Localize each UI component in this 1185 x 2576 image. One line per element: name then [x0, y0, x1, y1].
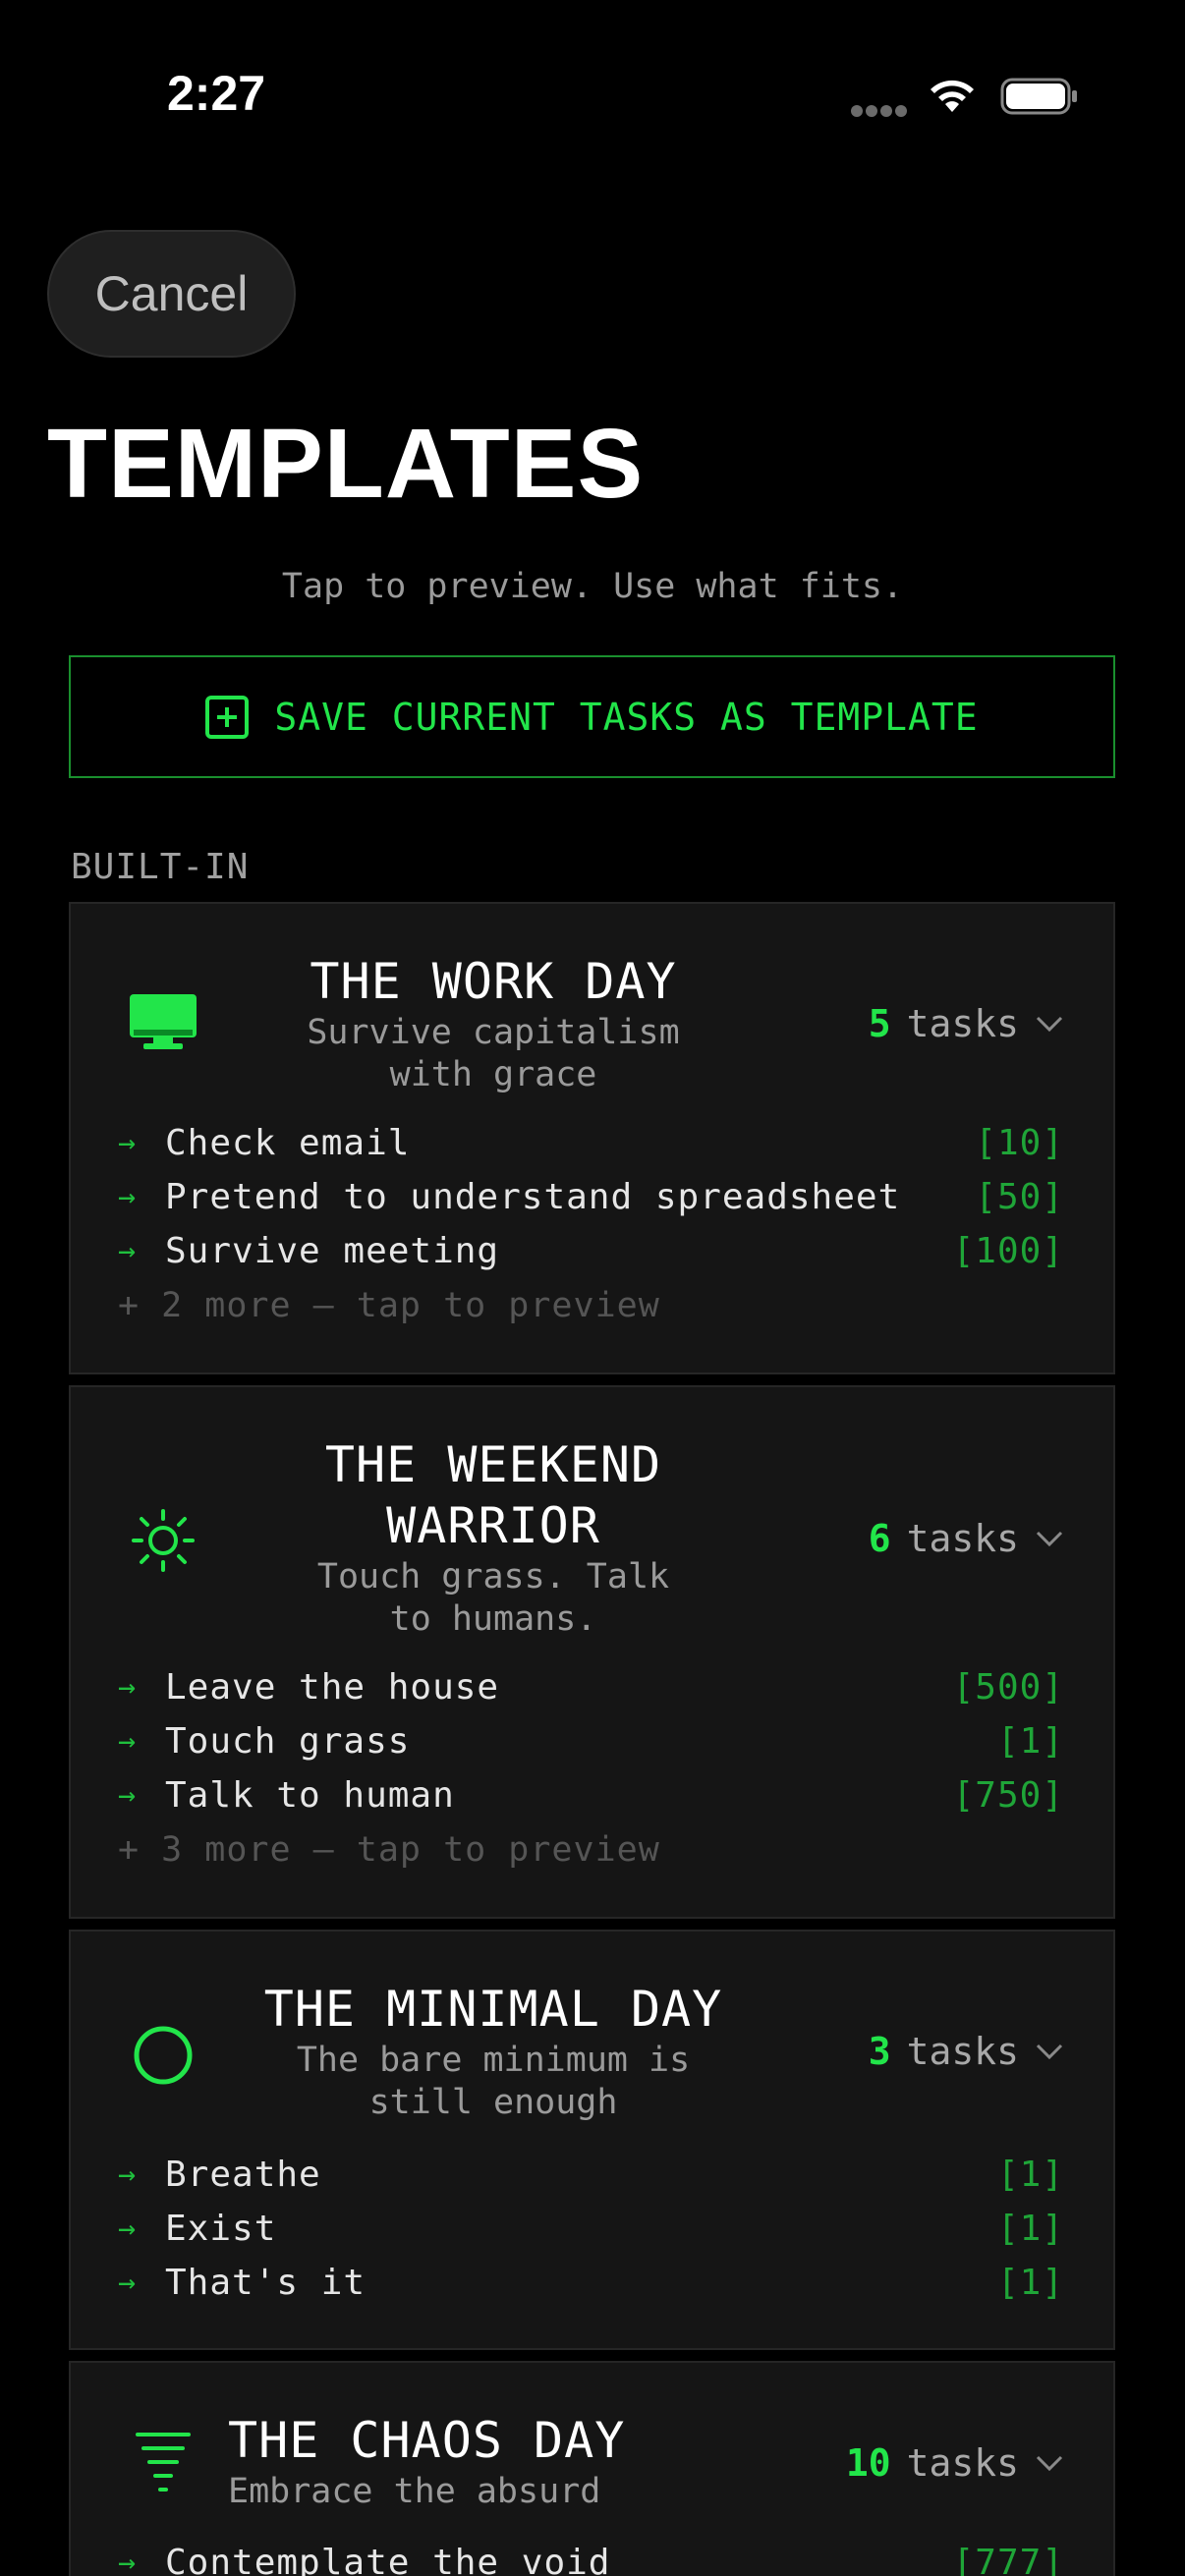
more-tasks-hint[interactable]: + 3 more — tap to preview [118, 1822, 1064, 1876]
task-count: 6 tasks [869, 1517, 1064, 1560]
save-as-template-button[interactable]: SAVE CURRENT TASKS AS TEMPLATE [69, 655, 1115, 778]
task-count-label: tasks [906, 1517, 1019, 1560]
task-row: → Contemplate the void [777] [118, 2536, 1064, 2576]
task-row: → Check email [10] [118, 1116, 1064, 1170]
task-name: Breathe [165, 2155, 321, 2195]
arrow-right-icon: → [118, 1234, 137, 1268]
template-title: WARRIOR [386, 1497, 600, 1554]
task-name: Check email [165, 1123, 411, 1163]
template-title: THE CHAOS DAY [228, 2412, 626, 2469]
wifi-icon [931, 80, 974, 112]
task-row: → Survive meeting [100] [118, 1224, 1064, 1278]
task-list: → Contemplate the void [777] [118, 2536, 1064, 2576]
task-points: [750] [952, 1775, 1064, 1816]
template-header: THE WORK DAY Survive capitalism with gra… [218, 951, 768, 1096]
cancel-button[interactable]: Cancel [47, 230, 296, 358]
template-subtitle: The bare minimum is [296, 2041, 691, 2080]
template-title: THE WORK DAY [310, 953, 677, 1010]
task-name: Contemplate the void [165, 2543, 611, 2576]
template-title: THE MINIMAL DAY [263, 1981, 723, 2038]
template-subtitle: Survive capitalism [307, 1013, 680, 1052]
task-row: → Exist [1] [118, 2202, 1064, 2256]
chevron-down-icon[interactable] [1035, 1009, 1064, 1038]
chevron-down-icon[interactable] [1035, 2448, 1064, 2478]
circle-icon [124, 2016, 202, 2095]
task-count-number: 3 [868, 2030, 891, 2073]
tornado-icon [124, 2422, 202, 2500]
arrow-right-icon: → [118, 2546, 137, 2576]
monitor-icon [124, 982, 202, 1061]
arrow-right-icon: → [118, 1126, 137, 1160]
task-list: → Leave the house [500] → Touch grass [1… [118, 1660, 1064, 1876]
arrow-right-icon: → [118, 1724, 137, 1759]
template-header: THE MINIMAL DAY The bare minimum is stil… [218, 1979, 768, 2124]
more-tasks-hint[interactable]: + 2 more — tap to preview [118, 1278, 1064, 1332]
task-list: → Check email [10] → Pretend to understa… [118, 1116, 1064, 1332]
arrow-right-icon: → [118, 2212, 137, 2246]
arrow-right-icon: → [118, 1180, 137, 1214]
task-points: [1] [996, 2263, 1064, 2303]
template-subtitle: still enough [368, 2083, 618, 2122]
template-subtitle: Touch grass. Talk [316, 1557, 670, 1596]
task-row: → Breathe [1] [118, 2148, 1064, 2202]
template-card-chaos-day[interactable]: THE CHAOS DAY Embrace the absurd 10 task… [69, 2361, 1115, 2576]
task-count: 10 tasks [846, 2441, 1064, 2485]
plus-square-icon [205, 695, 250, 739]
task-name: Pretend to understand spreadsheet [165, 1177, 901, 1217]
chevron-down-icon[interactable] [1035, 1524, 1064, 1553]
task-points: [500] [952, 1667, 1064, 1708]
task-points: [100] [952, 1231, 1064, 1271]
arrow-right-icon: → [118, 1670, 137, 1705]
task-row: → Leave the house [500] [118, 1660, 1064, 1714]
chevron-down-icon[interactable] [1035, 2037, 1064, 2066]
task-points: [1] [996, 2155, 1064, 2195]
template-subtitle: to humans. [389, 1599, 597, 1639]
template-subtitle: Embrace the absurd [228, 2472, 601, 2511]
section-label-built-in: BUILT-IN [71, 847, 250, 887]
page-subtitle: Tap to preview. Use what fits. [281, 567, 904, 606]
task-row: → Pretend to understand spreadsheet [50] [118, 1170, 1064, 1224]
task-name: Survive meeting [165, 1231, 500, 1271]
arrow-right-icon: → [118, 2266, 137, 2300]
task-count-number: 5 [868, 1002, 891, 1045]
status-bar: 2:27 [0, 0, 1185, 196]
task-row: → Touch grass [1] [118, 1714, 1064, 1768]
status-time: 2:27 [167, 66, 266, 121]
battery-icon [1000, 78, 1077, 115]
task-count-label: tasks [906, 2441, 1019, 2485]
task-count: 3 tasks [869, 2030, 1064, 2073]
cellular-signal-icon [851, 105, 908, 117]
task-name: Touch grass [165, 1721, 411, 1762]
task-list: → Breathe [1] → Exist [1] → That's it [1… [118, 2148, 1064, 2310]
task-row: → Talk to human [750] [118, 1768, 1064, 1822]
template-header: THE WEEKEND WARRIOR Touch grass. Talk to… [218, 1434, 768, 1641]
task-row: → That's it [1] [118, 2256, 1064, 2310]
task-count: 5 tasks [869, 1002, 1064, 1045]
template-header: THE CHAOS DAY Embrace the absurd [228, 2410, 778, 2513]
task-count-label: tasks [906, 2030, 1019, 2073]
template-subtitle: with grace [389, 1055, 597, 1094]
task-points: [1] [996, 1721, 1064, 1762]
task-name: Talk to human [165, 1775, 455, 1816]
task-points: [1] [996, 2209, 1064, 2249]
arrow-right-icon: → [118, 2157, 137, 2192]
task-count-number: 6 [868, 1517, 891, 1560]
task-points: [50] [975, 1177, 1064, 1217]
task-name: That's it [165, 2263, 367, 2303]
template-card-weekend-warrior[interactable]: THE WEEKEND WARRIOR Touch grass. Talk to… [69, 1385, 1115, 1919]
task-name: Exist [165, 2209, 277, 2249]
template-title: THE WEEKEND [324, 1436, 662, 1493]
page-title: TEMPLATES [47, 409, 645, 519]
save-as-template-label: SAVE CURRENT TASKS AS TEMPLATE [274, 695, 979, 739]
template-card-minimal-day[interactable]: THE MINIMAL DAY The bare minimum is stil… [69, 1930, 1115, 2350]
task-name: Leave the house [165, 1667, 500, 1708]
task-count-label: tasks [906, 1002, 1019, 1045]
task-count-number: 10 [845, 2441, 891, 2485]
task-points: [777] [952, 2543, 1064, 2576]
sun-icon [124, 1501, 202, 1580]
template-card-work-day[interactable]: THE WORK DAY Survive capitalism with gra… [69, 902, 1115, 1374]
arrow-right-icon: → [118, 1778, 137, 1813]
task-points: [10] [975, 1123, 1064, 1163]
